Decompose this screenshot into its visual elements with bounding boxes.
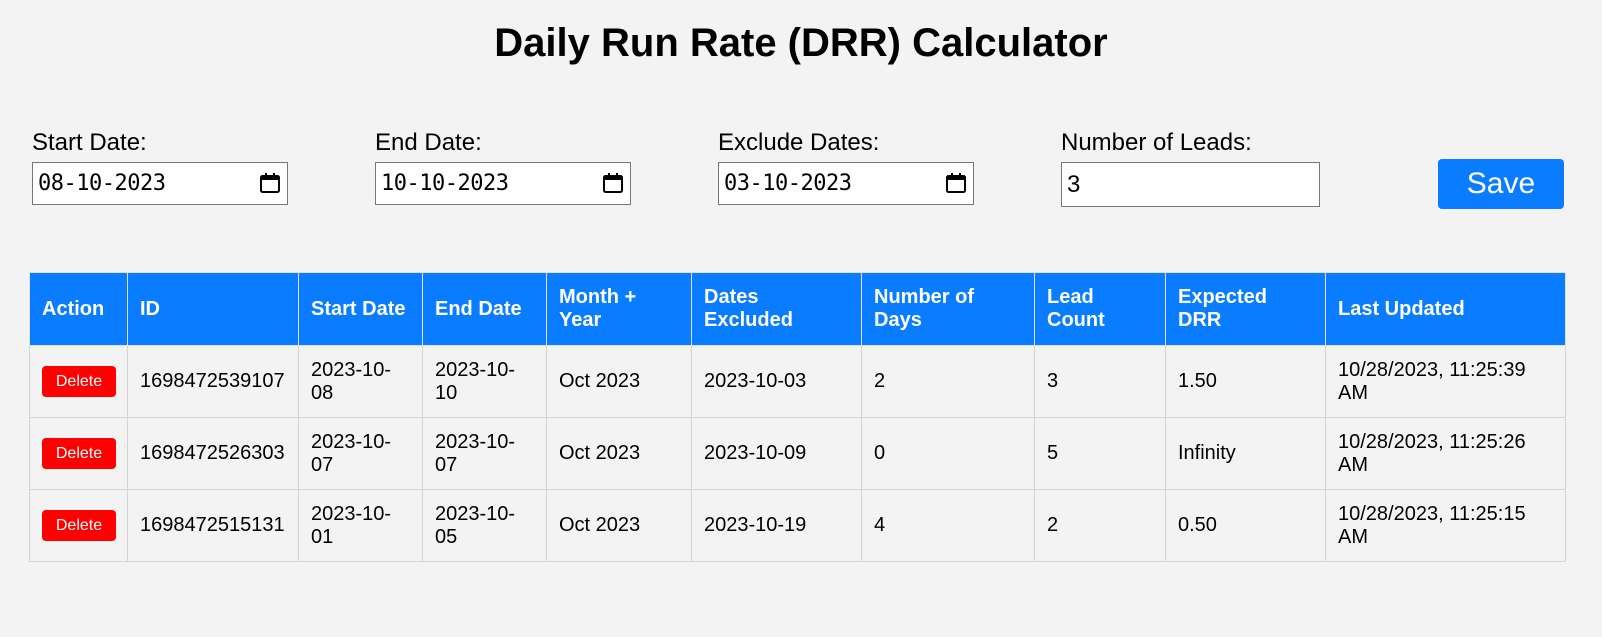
end-date-field: End Date: 10-10-2023	[375, 128, 631, 205]
id-cell: 1698472526303	[127, 417, 299, 490]
header-number-of-days: Number of Days	[861, 272, 1035, 346]
page-title: Daily Run Rate (DRR) Calculator	[494, 21, 1108, 65]
table-row: Delete 1698472515131 2023-10-01 2023-10-…	[29, 489, 1566, 562]
action-cell: Delete	[29, 345, 128, 418]
page: Daily Run Rate (DRR) Calculator Start Da…	[0, 0, 1602, 637]
header-lead-count: Lead Count	[1034, 272, 1166, 346]
month-year-cell: Oct 2023	[546, 417, 692, 490]
end-date-cell: 2023-10-05	[422, 489, 547, 562]
expected-drr-cell: 0.50	[1165, 489, 1326, 562]
table-row: Delete 1698472539107 2023-10-08 2023-10-…	[29, 345, 1566, 418]
dates-excluded-cell: 2023-10-09	[691, 417, 862, 490]
header-action: Action	[29, 272, 128, 346]
header-dates-excluded: Dates Excluded	[691, 272, 862, 346]
number-of-days-cell: 2	[861, 345, 1035, 418]
calendar-icon[interactable]	[259, 172, 281, 194]
table-header-row: Action ID Start Date End Date Month + Ye…	[29, 272, 1566, 346]
start-date-cell: 2023-10-07	[298, 417, 423, 490]
delete-button[interactable]: Delete	[42, 510, 116, 541]
exclude-dates-input[interactable]: 03-10-2023	[718, 162, 974, 205]
header-last-updated: Last Updated	[1325, 272, 1566, 346]
action-cell: Delete	[29, 489, 128, 562]
number-of-days-cell: 0	[861, 417, 1035, 490]
month-year-cell: Oct 2023	[546, 489, 692, 562]
start-date-input[interactable]: 08-10-2023	[32, 162, 288, 205]
month-year-cell: Oct 2023	[546, 345, 692, 418]
dates-excluded-cell: 2023-10-19	[691, 489, 862, 562]
id-cell: 1698472515131	[127, 489, 299, 562]
dates-excluded-cell: 2023-10-03	[691, 345, 862, 418]
header-start-date: Start Date	[298, 272, 423, 346]
header-id: ID	[127, 272, 299, 346]
last-updated-cell: 10/28/2023, 11:25:39 AM	[1325, 345, 1566, 418]
end-date-value: 10-10-2023	[381, 171, 509, 196]
drr-table: Action ID Start Date End Date Month + Ye…	[29, 272, 1566, 562]
exclude-dates-value: 03-10-2023	[724, 171, 852, 196]
last-updated-cell: 10/28/2023, 11:25:15 AM	[1325, 489, 1566, 562]
header-month-year: Month + Year	[546, 272, 692, 346]
start-date-value: 08-10-2023	[38, 171, 166, 196]
action-cell: Delete	[29, 417, 128, 490]
end-date-label: End Date:	[375, 129, 482, 156]
header-expected-drr: Expected DRR	[1165, 272, 1326, 346]
number-of-days-cell: 4	[861, 489, 1035, 562]
expected-drr-cell: 1.50	[1165, 345, 1326, 418]
leads-value: 3	[1067, 170, 1081, 198]
delete-button[interactable]: Delete	[42, 366, 116, 397]
lead-count-cell: 3	[1034, 345, 1166, 418]
save-button[interactable]: Save	[1438, 159, 1564, 209]
leads-input[interactable]: 3	[1061, 162, 1320, 207]
lead-count-cell: 2	[1034, 489, 1166, 562]
calendar-icon[interactable]	[945, 172, 967, 194]
start-date-cell: 2023-10-01	[298, 489, 423, 562]
exclude-dates-label: Exclude Dates:	[718, 129, 880, 156]
expected-drr-cell: Infinity	[1165, 417, 1326, 490]
header-end-date: End Date	[422, 272, 547, 346]
end-date-cell: 2023-10-10	[422, 345, 547, 418]
end-date-input[interactable]: 10-10-2023	[375, 162, 631, 205]
lead-count-cell: 5	[1034, 417, 1166, 490]
start-date-label: Start Date:	[32, 129, 147, 156]
leads-label: Number of Leads:	[1061, 129, 1252, 156]
delete-button[interactable]: Delete	[42, 438, 116, 469]
calendar-icon[interactable]	[602, 172, 624, 194]
start-date-field: Start Date: 08-10-2023	[32, 128, 288, 205]
end-date-cell: 2023-10-07	[422, 417, 547, 490]
exclude-dates-field: Exclude Dates: 03-10-2023	[718, 128, 974, 205]
leads-field: Number of Leads: 3	[1061, 128, 1320, 207]
start-date-cell: 2023-10-08	[298, 345, 423, 418]
table-row: Delete 1698472526303 2023-10-07 2023-10-…	[29, 417, 1566, 490]
last-updated-cell: 10/28/2023, 11:25:26 AM	[1325, 417, 1566, 490]
id-cell: 1698472539107	[127, 345, 299, 418]
